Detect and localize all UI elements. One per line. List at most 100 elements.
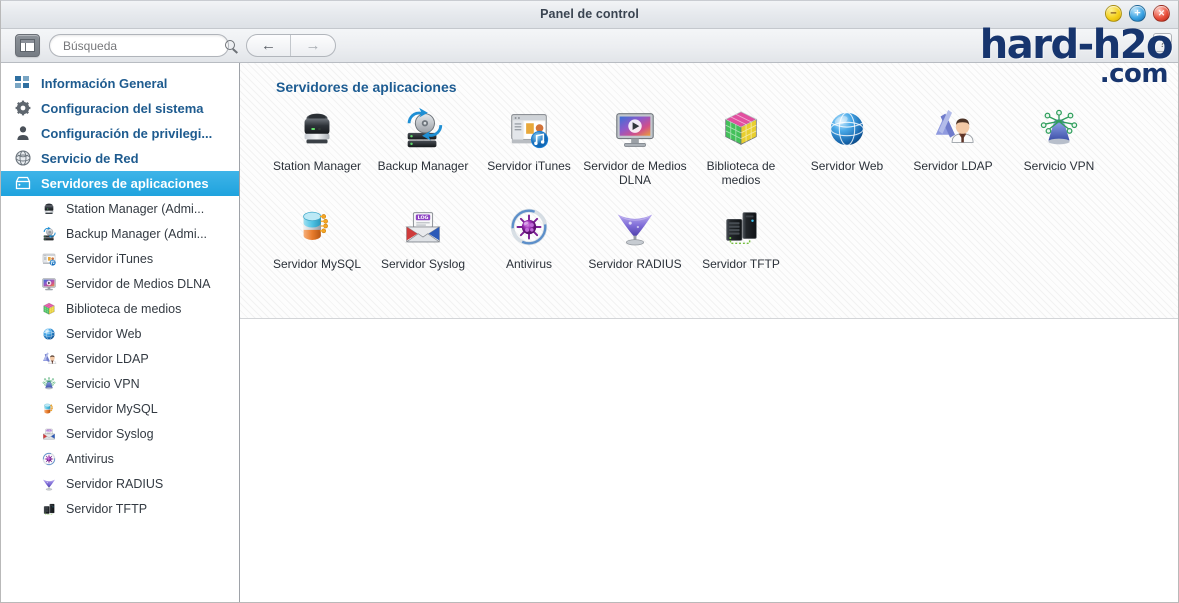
help-button[interactable]: ? (1153, 33, 1172, 52)
sidebar-sub-nav: Station Manager (Admi... Backup Manager (… (1, 196, 239, 521)
applications-panel: Servidores de aplicaciones Station Manag… (240, 63, 1178, 319)
itunes-server-icon (505, 105, 553, 153)
sidebar-item-5[interactable]: Servidores de aplicaciones (1, 171, 239, 196)
app-tile-7[interactable]: Servidor LDAP (900, 105, 1006, 187)
app-tile-3[interactable]: Servidor iTunes (476, 105, 582, 187)
minimize-glyph: − (1110, 7, 1117, 19)
app-tile-label: Servidor Syslog (380, 257, 466, 271)
sidebar-subitem-label: Servidor de Medios DLNA (66, 276, 211, 291)
minimize-button[interactable]: − (1105, 5, 1122, 22)
dlna-media-server-icon (41, 276, 57, 292)
app-tile-12[interactable]: Servidor RADIUS (582, 203, 688, 271)
sidebar-item-label: Configuracion del sistema (41, 101, 204, 116)
app-tile-label: Backup Manager (377, 159, 469, 173)
sidebar-subitem-label: Station Manager (Admi... (66, 201, 205, 216)
sidebar-subitem-12[interactable]: Servidor RADIUS (1, 471, 239, 496)
sidebar-item-1[interactable]: Información General (1, 71, 239, 96)
mysql-server-icon (41, 401, 57, 417)
sidebar-subitem-4[interactable]: Servidor de Medios DLNA (1, 271, 239, 296)
syslog-server-icon: LOG (399, 203, 447, 251)
app-tile-10[interactable]: LOG Servidor Syslog (370, 203, 476, 271)
close-glyph: × (1158, 7, 1165, 19)
ldap-server-icon (41, 351, 57, 367)
sidebar-subitem-3[interactable]: Servidor iTunes (1, 246, 239, 271)
vpn-service-icon (1035, 105, 1083, 153)
navigation-buttons: ← → (246, 34, 336, 57)
app-tile-label: Servidor TFTP (702, 257, 780, 271)
sidebar-subitem-label: Servidor iTunes (66, 251, 154, 266)
web-server-icon (41, 326, 57, 342)
tftp-server-icon (41, 501, 57, 517)
app-tile-1[interactable]: Station Manager (264, 105, 370, 187)
app-tile-11[interactable]: Antivirus (476, 203, 582, 271)
panel-layout-glyph (20, 39, 35, 52)
media-library-icon (41, 301, 57, 317)
sidebar-subitem-8[interactable]: Servicio VPN (1, 371, 239, 396)
application-icon-grid: Station Manager Backup Manager Servidor iT… (264, 105, 1178, 287)
vpn-service-icon (41, 376, 57, 392)
app-tile-label: Antivirus (505, 257, 552, 271)
app-tile-label: Biblioteca de medios (706, 159, 776, 187)
sidebar-subitem-6[interactable]: Servidor Web (1, 321, 239, 346)
maximize-button[interactable]: + (1129, 5, 1146, 22)
sidebar-subitem-13[interactable]: Servidor TFTP (1, 496, 239, 521)
sidebar-subitem-1[interactable]: Station Manager (Admi... (1, 196, 239, 221)
sidebar-subitem-label: Servidor LDAP (66, 351, 149, 366)
dlna-media-server-icon (611, 105, 659, 153)
back-button[interactable]: ← (247, 35, 291, 56)
sidebar-subitem-label: Biblioteca de medios (66, 301, 182, 316)
sidebar-subitem-label: Servidor MySQL (66, 401, 158, 416)
sidebar-subitem-label: Servidor Web (66, 326, 142, 341)
app-tile-2[interactable]: Backup Manager (370, 105, 476, 187)
panel-layout-icon[interactable] (15, 34, 40, 57)
sidebar-item-label: Configuración de privilegi... (41, 126, 213, 141)
search-input[interactable] (50, 38, 222, 53)
toolbar: ← → (1, 29, 1178, 63)
maximize-glyph: + (1134, 7, 1141, 19)
window-title: Panel de control (540, 7, 639, 21)
search-box[interactable] (49, 34, 235, 57)
sidebar-subitem-label: Backup Manager (Admi... (66, 226, 208, 241)
app-tile-label: Servidor iTunes (487, 159, 571, 173)
sidebar-subitem-5[interactable]: Biblioteca de medios (1, 296, 239, 321)
close-button[interactable]: × (1153, 5, 1170, 22)
sidebar-subitem-10[interactable]: LOG Servidor Syslog (1, 421, 239, 446)
app-tile-4[interactable]: Servidor de Medios DLNA (582, 105, 688, 187)
sidebar-main-nav: Información General Configuracion del sis… (1, 71, 239, 196)
forward-button[interactable]: → (291, 35, 335, 56)
app-tile-label: Servicio VPN (1023, 159, 1095, 173)
sidebar: Información General Configuracion del sis… (1, 63, 240, 602)
svg-text:LOG: LOG (47, 430, 51, 432)
sidebar-subitem-label: Servidor RADIUS (66, 476, 164, 491)
ldap-server-icon (929, 105, 977, 153)
app-tile-label: Servidor RADIUS (588, 257, 682, 271)
radius-server-icon (41, 476, 57, 492)
tftp-server-icon (717, 203, 765, 251)
grid-squares-icon (15, 75, 32, 92)
content-area: Servidores de aplicaciones Station Manag… (240, 63, 1178, 602)
app-tile-label: Servidor LDAP (913, 159, 993, 173)
app-tile-8[interactable]: Servicio VPN (1006, 105, 1112, 187)
syslog-server-icon: LOG (41, 426, 57, 442)
backup-manager-icon (399, 105, 447, 153)
app-tile-9[interactable]: Servidor MySQL (264, 203, 370, 271)
sidebar-item-3[interactable]: Configuración de privilegi... (1, 121, 239, 146)
antivirus-icon (505, 203, 553, 251)
sidebar-item-2[interactable]: Configuracion del sistema (1, 96, 239, 121)
sidebar-subitem-label: Antivirus (66, 451, 114, 466)
app-tile-6[interactable]: Servidor Web (794, 105, 900, 187)
sidebar-subitem-7[interactable]: Servidor LDAP (1, 346, 239, 371)
sidebar-subitem-11[interactable]: Antivirus (1, 446, 239, 471)
sidebar-subitem-2[interactable]: Backup Manager (Admi... (1, 221, 239, 246)
app-tile-label: Station Manager (272, 159, 362, 173)
app-tile-13[interactable]: Servidor TFTP (688, 203, 794, 271)
sidebar-subitem-label: Servicio VPN (66, 376, 140, 391)
sidebar-item-label: Servidores de aplicaciones (41, 176, 209, 191)
web-server-icon (823, 105, 871, 153)
sidebar-item-4[interactable]: Servicio de Red (1, 146, 239, 171)
sidebar-subitem-label: Servidor TFTP (66, 501, 148, 516)
sidebar-subitem-9[interactable]: Servidor MySQL (1, 396, 239, 421)
globe-network-icon (15, 150, 32, 167)
app-tile-5[interactable]: Biblioteca de medios (688, 105, 794, 187)
title-bar: Panel de control − + × (1, 1, 1178, 29)
